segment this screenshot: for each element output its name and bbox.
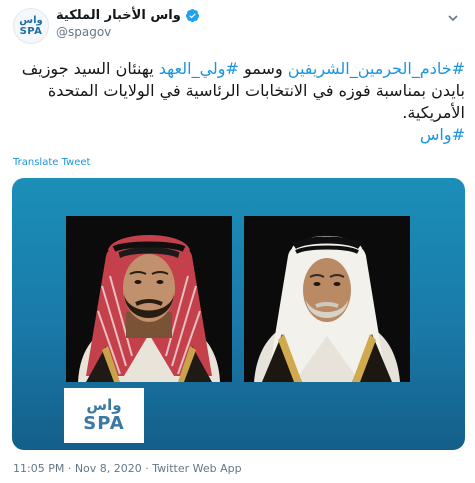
spa-logo-arabic: واس <box>86 396 122 414</box>
tweet-source[interactable]: Twitter Web App <box>152 462 241 475</box>
meta-separator: · <box>64 462 75 475</box>
spa-logo-latin: SPA <box>83 413 125 434</box>
avatar-mark-latin: SPA <box>19 25 43 37</box>
avatar[interactable]: واس SPA <box>13 8 49 44</box>
author-name-row: واس الأخبار الملكية <box>56 8 200 23</box>
spa-logo: واس SPA <box>64 388 144 443</box>
hashtag-custodian[interactable]: #خادم_الحرمين_الشريفين <box>288 59 465 78</box>
tweet-meta: 11:05 PM · Nov 8, 2020 · Twitter Web App <box>13 462 242 475</box>
verified-badge-icon <box>185 8 200 23</box>
hashtag-crown-prince[interactable]: #ولي_العهد <box>159 59 239 78</box>
chevron-down-icon[interactable] <box>446 10 460 29</box>
portrait-king <box>244 216 410 382</box>
tweet-text: #خادم_الحرمين_الشريفين وسمو #ولي_العهد ي… <box>13 58 465 146</box>
handle[interactable]: @spagov <box>56 25 111 39</box>
display-name[interactable]: واس الأخبار الملكية <box>56 8 181 23</box>
tweet-card: واس SPA واس الأخبار الملكية @spagov #خاد… <box>0 0 475 483</box>
tweet-date[interactable]: Nov 8, 2020 <box>75 462 142 475</box>
avatar-mark-arabic: واس <box>19 14 43 26</box>
tweet-time[interactable]: 11:05 PM <box>13 462 64 475</box>
portrait-crown-prince <box>66 216 232 382</box>
hashtag-spa[interactable]: #واس <box>420 125 465 144</box>
meta-separator: · <box>141 462 153 475</box>
tweet-text-part: وسمو <box>238 59 288 78</box>
tweet-media[interactable]: واس SPA <box>12 178 465 450</box>
translate-tweet-link[interactable]: Translate Tweet <box>13 157 90 168</box>
